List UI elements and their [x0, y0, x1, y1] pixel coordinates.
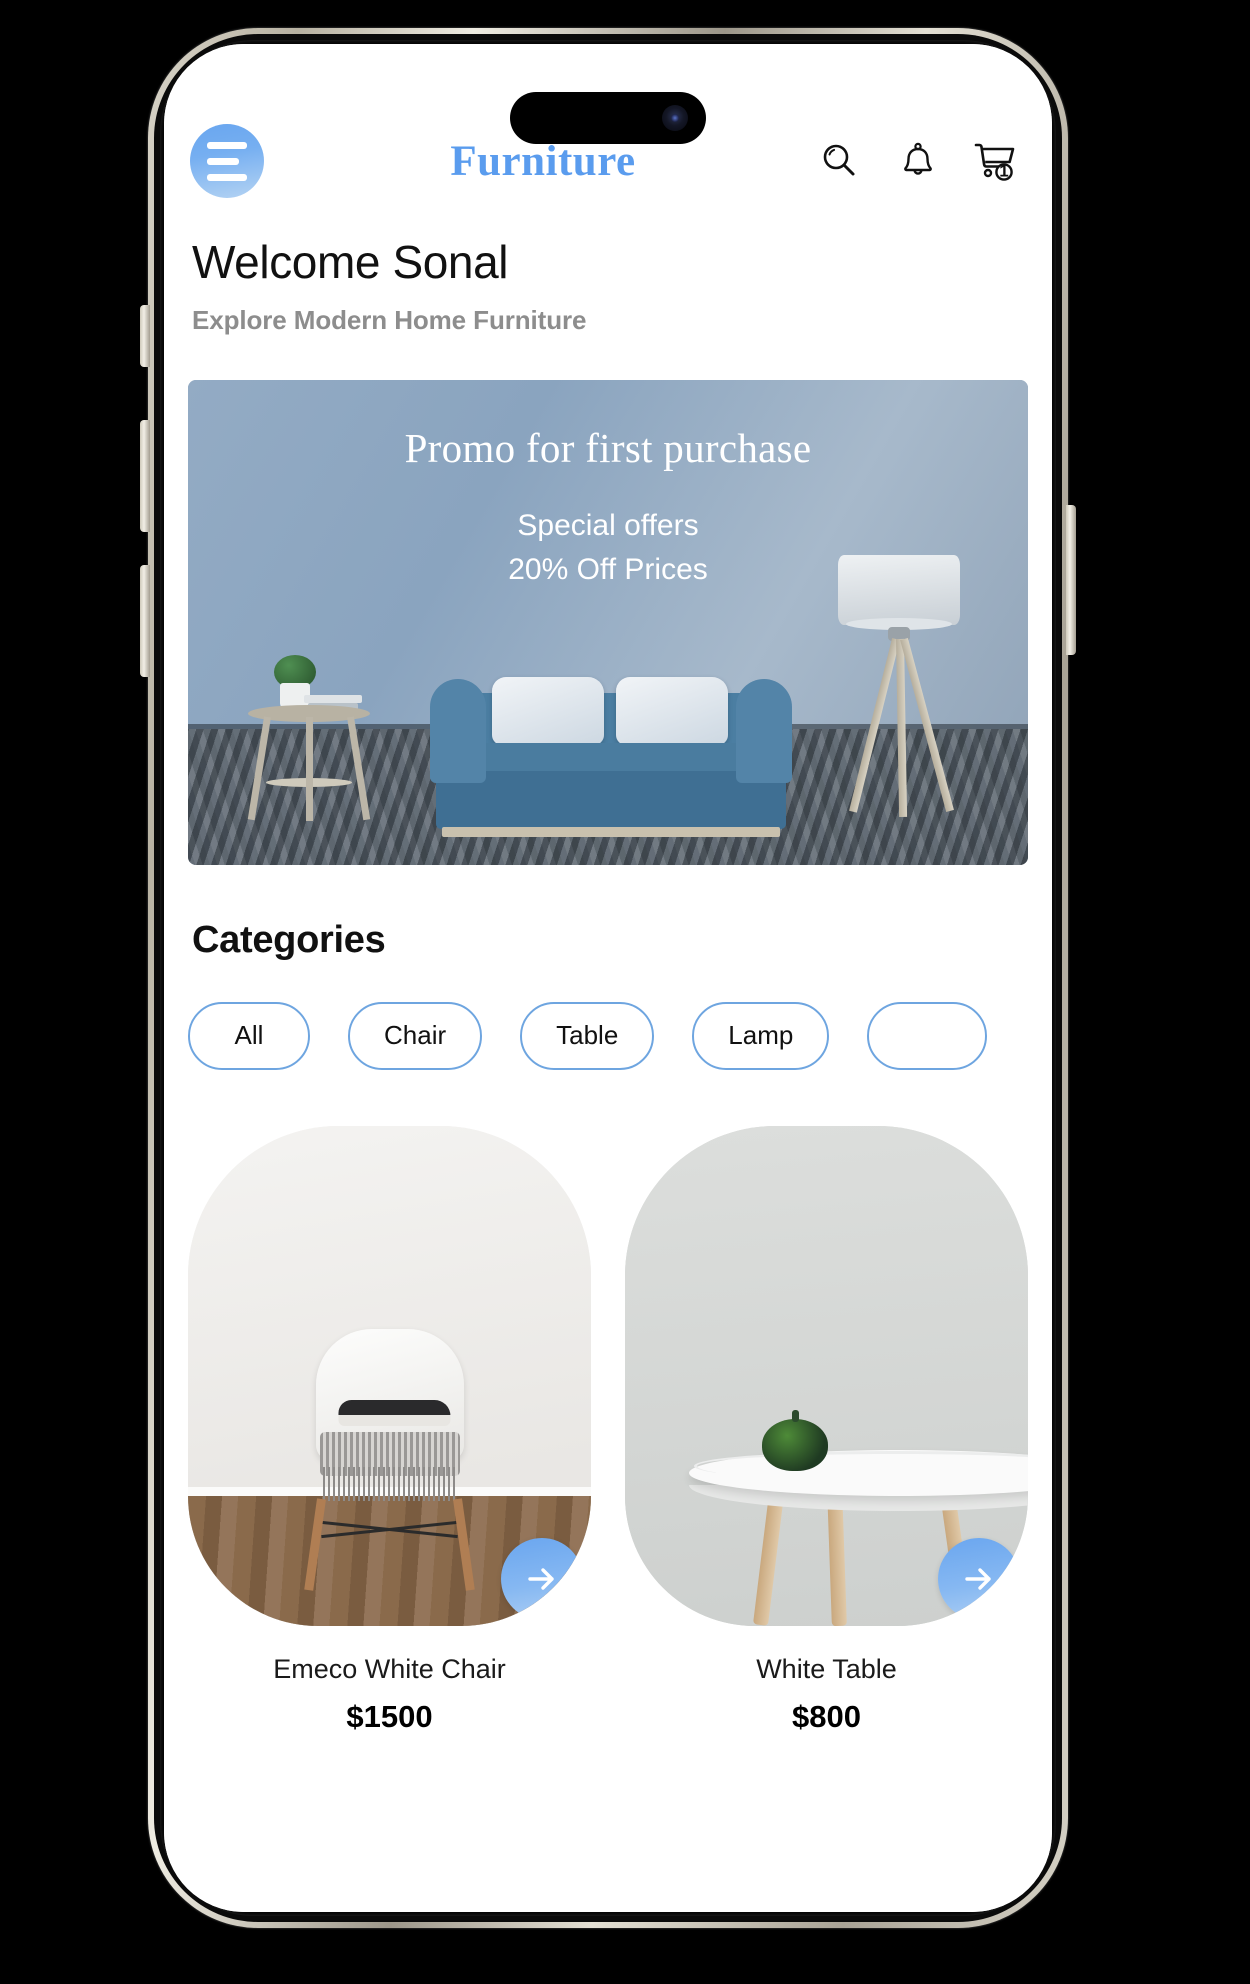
banner-table-leg-left [247, 716, 271, 821]
cart-badge-count: 1 [999, 162, 1008, 181]
category-filter-row: All Chair Table Lamp [186, 962, 1030, 1070]
volume-up-button[interactable] [140, 420, 150, 532]
sofa-arm-right [736, 678, 792, 783]
banner-side-table [247, 654, 371, 821]
chair-sneaker [337, 1399, 450, 1426]
phone-frame: Furniture 1 Welcome Sonal Explore Modern… [148, 28, 1068, 1928]
menu-bar-2 [207, 157, 239, 165]
product-name-chair: Emeco White Chair [273, 1653, 506, 1684]
product-card-table[interactable]: White Table $800 [625, 1125, 1028, 1735]
menu-bar-1 [207, 141, 247, 149]
welcome-subtitle: Explore Modern Home Furniture [192, 304, 587, 335]
power-button[interactable] [1066, 505, 1076, 655]
decor-squash [762, 1409, 829, 1471]
notification-icon[interactable] [894, 137, 942, 185]
menu-bar-3 [207, 173, 247, 181]
banner-subtitle: Special offers 20% Off Prices [188, 504, 1028, 593]
category-pill-chair[interactable]: Chair [348, 1001, 483, 1070]
silent-switch[interactable] [140, 305, 150, 367]
banner-books-top [304, 694, 362, 703]
search-icon[interactable] [816, 137, 864, 185]
banner-copy: Promo for first purchase Special offers … [188, 424, 1028, 593]
screenshot-stage: Furniture 1 Welcome Sonal Explore Modern… [0, 0, 1250, 1984]
banner-table-leg-mid [306, 716, 313, 821]
product-image-table [625, 1125, 1028, 1626]
categories-heading: Categories [192, 918, 386, 961]
promo-banner[interactable]: Promo for first purchase Special offers … [188, 379, 1028, 865]
sofa-arm-left [430, 678, 486, 783]
banner-table-leg-right [347, 716, 371, 821]
hamburger-menu-icon[interactable] [190, 124, 264, 198]
product-price-table: $800 [792, 1698, 861, 1734]
lamp-leg-mid [896, 638, 908, 817]
product-grid: Emeco White Chair $1500 White Table $800 [186, 1070, 1030, 1735]
welcome-greeting: Welcome Sonal [192, 236, 509, 288]
front-camera-icon [662, 105, 688, 131]
sofa-pillow-right [616, 676, 728, 745]
furniture-app: Furniture 1 Welcome Sonal Explore Modern… [164, 44, 1052, 1912]
product-card-chair[interactable]: Emeco White Chair $1500 [188, 1125, 591, 1735]
banner-sofa [430, 669, 792, 837]
category-pill-table[interactable]: Table [520, 1001, 655, 1070]
category-pill-overflow[interactable] [867, 1001, 988, 1070]
product-name-table: White Table [756, 1653, 897, 1684]
view-product-chair-button[interactable] [501, 1537, 583, 1620]
sofa-pillow-left [492, 676, 604, 745]
volume-down-button[interactable] [140, 565, 150, 677]
banner-floor-lamp [834, 554, 964, 825]
product-image-chair [188, 1125, 591, 1626]
category-pill-lamp[interactable]: Lamp [692, 1001, 830, 1070]
phone-screen: Furniture 1 Welcome Sonal Explore Modern… [164, 44, 1052, 1912]
lamp-leg-right [900, 637, 954, 812]
banner-offer-line-1: Special offers [517, 508, 699, 542]
dynamic-island [510, 92, 706, 144]
view-product-table-button[interactable] [938, 1537, 1020, 1620]
category-pill-all[interactable]: All [188, 1001, 310, 1070]
banner-offer-line-2: 20% Off Prices [508, 553, 708, 587]
banner-title: Promo for first purchase [404, 424, 812, 471]
header-actions: 1 [816, 137, 1026, 185]
sofa-plinth [442, 826, 780, 837]
chair-blanket-fringe [322, 1466, 457, 1501]
lamp-leg-left [849, 637, 900, 813]
welcome-section: Welcome Sonal Explore Modern Home Furnit… [186, 194, 1030, 336]
sofa-base [436, 770, 786, 829]
product-price-chair: $1500 [346, 1698, 433, 1734]
cart-icon[interactable]: 1 [972, 137, 1020, 185]
